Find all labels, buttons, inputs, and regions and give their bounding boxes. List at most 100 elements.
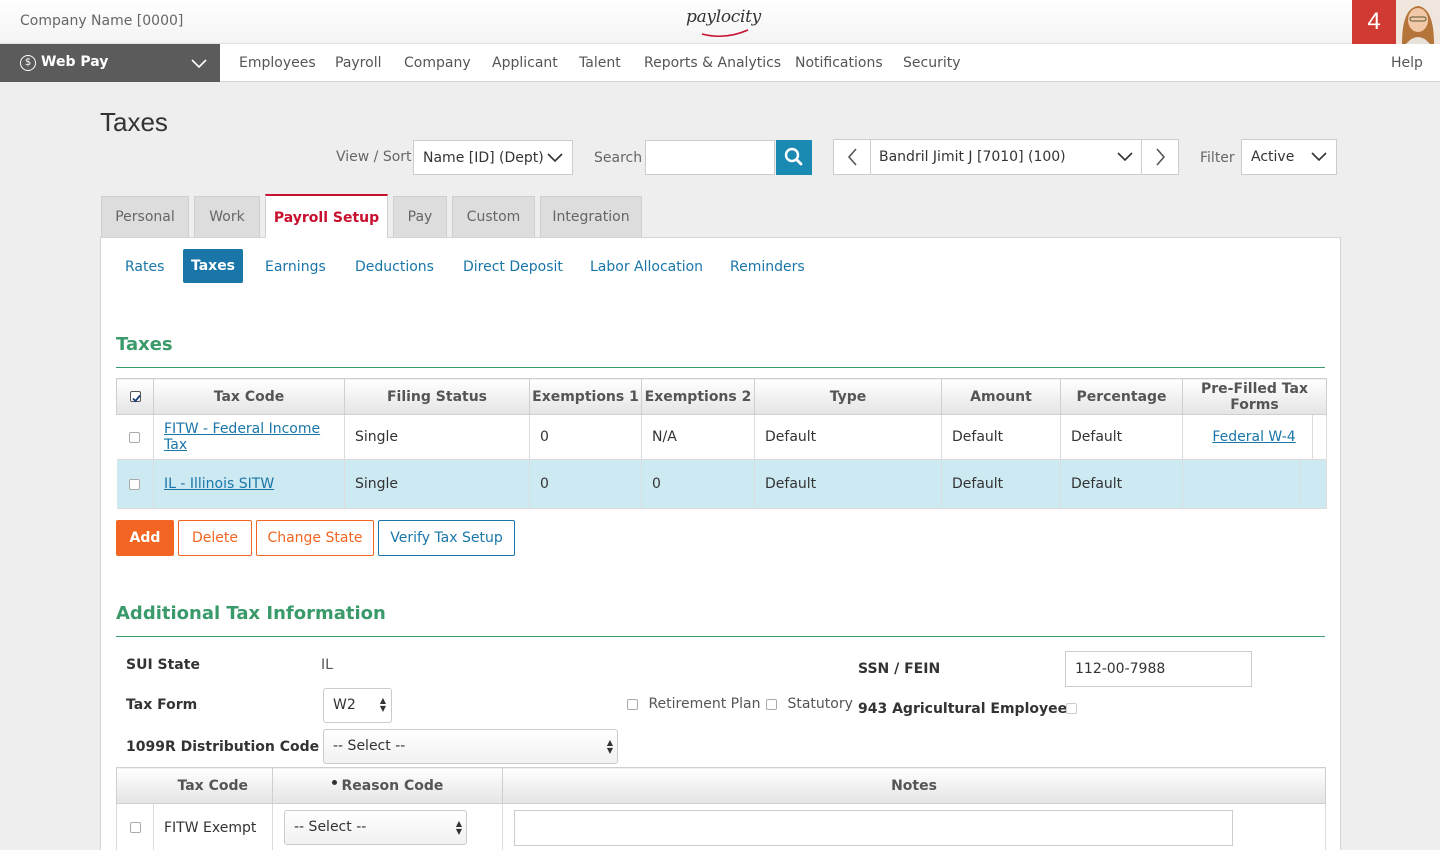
col-type[interactable]: Type	[754, 378, 942, 415]
select-all-checkbox[interactable]	[129, 391, 141, 403]
ssn-field[interactable]: 112-00-7988	[1065, 651, 1252, 687]
chevron-down-icon	[547, 153, 563, 163]
col-tax-code[interactable]: Tax Code	[153, 378, 345, 415]
row-checkbox[interactable]	[129, 431, 141, 443]
col-pre-filled-tax-forms[interactable]: Pre-Filled Tax Forms	[1182, 378, 1327, 415]
previous-employee-button[interactable]	[834, 140, 871, 174]
nav-payroll[interactable]: Payroll	[335, 55, 381, 71]
notes-input[interactable]	[514, 810, 1233, 846]
tax-form-label: Tax Form	[126, 697, 198, 713]
nav-talent[interactable]: Talent	[579, 55, 621, 71]
module-switcher[interactable]: $ Web Pay	[0, 44, 220, 82]
nav-applicant[interactable]: Applicant	[492, 55, 558, 71]
form-cell-inner: Federal W-4	[1196, 415, 1313, 459]
tab-payroll-setup[interactable]: Payroll Setup	[265, 194, 388, 238]
logo-swoosh-icon	[701, 29, 749, 38]
tax-code-link[interactable]: IL - Illinois SITW	[164, 476, 274, 492]
sui-state-value: IL	[321, 657, 333, 673]
company-name[interactable]: Company Name [0000]	[20, 13, 183, 29]
add-button[interactable]: Add	[116, 520, 174, 556]
taxes-table: Tax Code Filing Status Exemptions 1 Exem…	[116, 378, 1327, 509]
tab-integration[interactable]: Integration	[540, 196, 642, 237]
row-select-cell	[116, 414, 154, 460]
filter-select[interactable]: Active	[1241, 139, 1337, 175]
checkmark-icon	[131, 394, 141, 403]
row-checkbox[interactable]	[129, 822, 141, 834]
section-divider	[116, 636, 1325, 637]
employee-navigator: Bandril Jimit J [7010] (100)	[833, 139, 1179, 175]
exemptions2-cell: 0	[641, 459, 755, 509]
tab-pay[interactable]: Pay	[393, 196, 447, 237]
search-input[interactable]	[645, 140, 775, 175]
notification-badge[interactable]: 4	[1352, 0, 1396, 44]
nav-notifications[interactable]: Notifications	[795, 55, 883, 71]
subtab-taxes[interactable]: Taxes	[183, 249, 243, 283]
subtab-earnings[interactable]: Earnings	[265, 259, 326, 275]
tab-work[interactable]: Work	[194, 196, 260, 237]
col-notes[interactable]: Notes	[502, 767, 1326, 804]
subtab-reminders[interactable]: Reminders	[730, 259, 805, 275]
user-avatar-icon	[1396, 0, 1440, 44]
avatar[interactable]	[1396, 0, 1440, 44]
next-employee-button[interactable]	[1141, 140, 1178, 174]
nav-company[interactable]: Company	[404, 55, 471, 71]
chevron-down-icon[interactable]	[1116, 150, 1134, 164]
col-exemptions-2[interactable]: Exemptions 2	[641, 378, 755, 415]
nav-employees[interactable]: Employees	[239, 55, 316, 71]
tab-personal[interactable]: Personal	[101, 196, 189, 237]
subtab-labor-allocation[interactable]: Labor Allocation	[590, 259, 703, 275]
col-amount[interactable]: Amount	[941, 378, 1061, 415]
statutory-option[interactable]: Statutory	[766, 696, 853, 712]
ag-employee-checkbox[interactable]	[1066, 703, 1077, 714]
form-cell-inner	[1183, 460, 1300, 504]
form-cell: Federal W-4	[1182, 414, 1327, 460]
amount-cell: Default	[941, 414, 1061, 460]
ag-employee-label: 943 Agricultural Employee	[858, 701, 1068, 717]
required-dot-icon	[331, 779, 337, 785]
subtab-rates[interactable]: Rates	[125, 259, 164, 275]
table-row[interactable]: FITW - Federal Income Tax Single 0 N/A D…	[116, 414, 1327, 460]
statutory-checkbox[interactable]	[766, 698, 777, 710]
tax-code-link[interactable]: FITW - Federal Income Tax	[164, 421, 320, 453]
col-exemptions-1[interactable]: Exemptions 1	[529, 378, 642, 415]
section-divider	[116, 367, 1325, 368]
distribution-code-select[interactable]: -- Select -- ▲ ▼	[323, 729, 618, 764]
nav-help[interactable]: Help	[1391, 55, 1423, 71]
col-reason-code-header[interactable]: Reason Code	[272, 767, 503, 804]
federal-w4-link[interactable]: Federal W-4	[1212, 429, 1295, 445]
filter-value: Active	[1251, 149, 1295, 165]
reason-code-select[interactable]: -- Select -- ▲ ▼	[284, 810, 467, 845]
amount-cell: Default	[941, 459, 1061, 509]
nav-security[interactable]: Security	[903, 55, 961, 71]
type-cell: Default	[754, 414, 942, 460]
col-percentage[interactable]: Percentage	[1060, 378, 1183, 415]
exempt-select-cell	[116, 803, 154, 850]
view-sort-select[interactable]: Name [ID] (Dept)	[413, 140, 573, 175]
change-state-button[interactable]: Change State	[256, 520, 374, 556]
col-filing-status[interactable]: Filing Status	[344, 378, 530, 415]
updown-arrows-icon: ▲ ▼	[606, 738, 613, 755]
exemptions1-cell: 0	[529, 414, 642, 460]
table-row[interactable]: IL - Illinois SITW Single 0 0 Default De…	[116, 459, 1327, 509]
additional-tax-heading: Additional Tax Information	[116, 603, 386, 624]
subtab-direct-deposit[interactable]: Direct Deposit	[463, 259, 563, 275]
search-button[interactable]	[776, 140, 812, 175]
retirement-plan-option[interactable]: Retirement Plan	[627, 696, 760, 712]
col-exempt-tax-code[interactable]: Tax Code	[153, 767, 273, 804]
delete-button[interactable]: Delete	[178, 520, 252, 556]
nav-reports-analytics[interactable]: Reports & Analytics	[644, 55, 781, 71]
tab-custom[interactable]: Custom	[452, 196, 535, 237]
verify-tax-setup-button[interactable]: Verify Tax Setup	[378, 520, 515, 556]
tax-form-value: W2	[333, 697, 356, 713]
employee-select-value[interactable]: Bandril Jimit J [7010] (100)	[879, 149, 1066, 165]
search-label: Search	[594, 150, 643, 166]
paylocity-logo[interactable]: paylocity	[686, 7, 761, 27]
row-checkbox[interactable]	[129, 478, 141, 490]
select-all-header	[116, 378, 154, 415]
chevron-down-icon	[1311, 152, 1327, 162]
sui-state-label: SUI State	[126, 657, 200, 673]
updown-arrows-icon: ▲ ▼	[379, 696, 386, 713]
subtab-deductions[interactable]: Deductions	[355, 259, 434, 275]
retirement-plan-checkbox[interactable]	[627, 698, 638, 710]
tax-form-select[interactable]: W2 ▲ ▼	[323, 688, 392, 723]
